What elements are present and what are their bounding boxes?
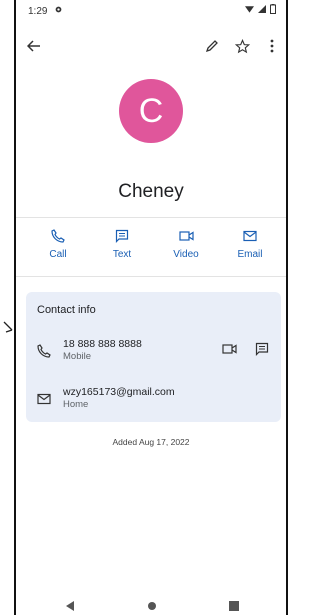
phone-row[interactable]: 18 888 888 8888 Mobile [26,338,281,368]
phone-icon [28,226,88,246]
status-bar: 1:29 [16,0,286,24]
left-margin [0,0,14,615]
signal-icon [258,5,266,13]
phone-icon [37,344,55,362]
top-app-bar [16,28,286,64]
phone-type: Mobile [63,351,91,362]
email-type: Home [63,399,89,410]
battery-icon [270,4,276,14]
video-call-icon[interactable] [222,342,240,360]
video-icon [156,226,216,246]
edit-icon[interactable] [202,36,222,56]
text-button[interactable]: Text [92,226,152,260]
screen: 1:29 C Cheney Call Text Video Email Cont… [16,0,286,615]
nav-home-icon[interactable] [147,598,157,616]
avatar-initial: C [138,91,164,130]
text-label: Text [112,249,132,260]
email-label: Email [237,249,263,260]
video-label: Video [173,249,199,260]
star-icon[interactable] [232,36,252,56]
video-button[interactable]: Video [156,226,216,260]
status-time: 1:29 [28,6,48,17]
message-icon [92,226,152,246]
back-arrow-icon[interactable] [24,36,44,56]
more-options-icon[interactable] [262,36,282,56]
email-address: wzy165173@gmail.com [63,386,175,398]
system-nav-bar [16,595,286,615]
device-frame-right [286,0,288,615]
avatar: C [119,79,183,143]
contact-info-title: Contact info [37,304,96,316]
nav-recents-icon[interactable] [229,598,239,616]
call-button[interactable]: Call [28,226,88,260]
quick-actions: Call Text Video Email [16,226,286,268]
email-button[interactable]: Email [220,226,280,260]
annotation-arrow-icon [3,321,13,333]
settings-status-icon [54,5,63,17]
mail-icon [37,392,55,410]
added-date: Added Aug 17, 2022 [112,437,190,447]
divider-bottom [16,276,286,277]
phone-number: 18 888 888 8888 [63,338,142,350]
contact-info-card: Contact info 18 888 888 8888 Mobile wzy1… [26,292,281,422]
email-row[interactable]: wzy165173@gmail.com Home [26,386,281,416]
divider-top [16,217,286,218]
contact-name: Cheney [118,181,184,202]
message-icon[interactable] [255,342,273,360]
call-label: Call [49,249,67,260]
nav-back-icon[interactable] [66,598,75,616]
wifi-icon [245,6,254,13]
mail-icon [220,226,280,246]
